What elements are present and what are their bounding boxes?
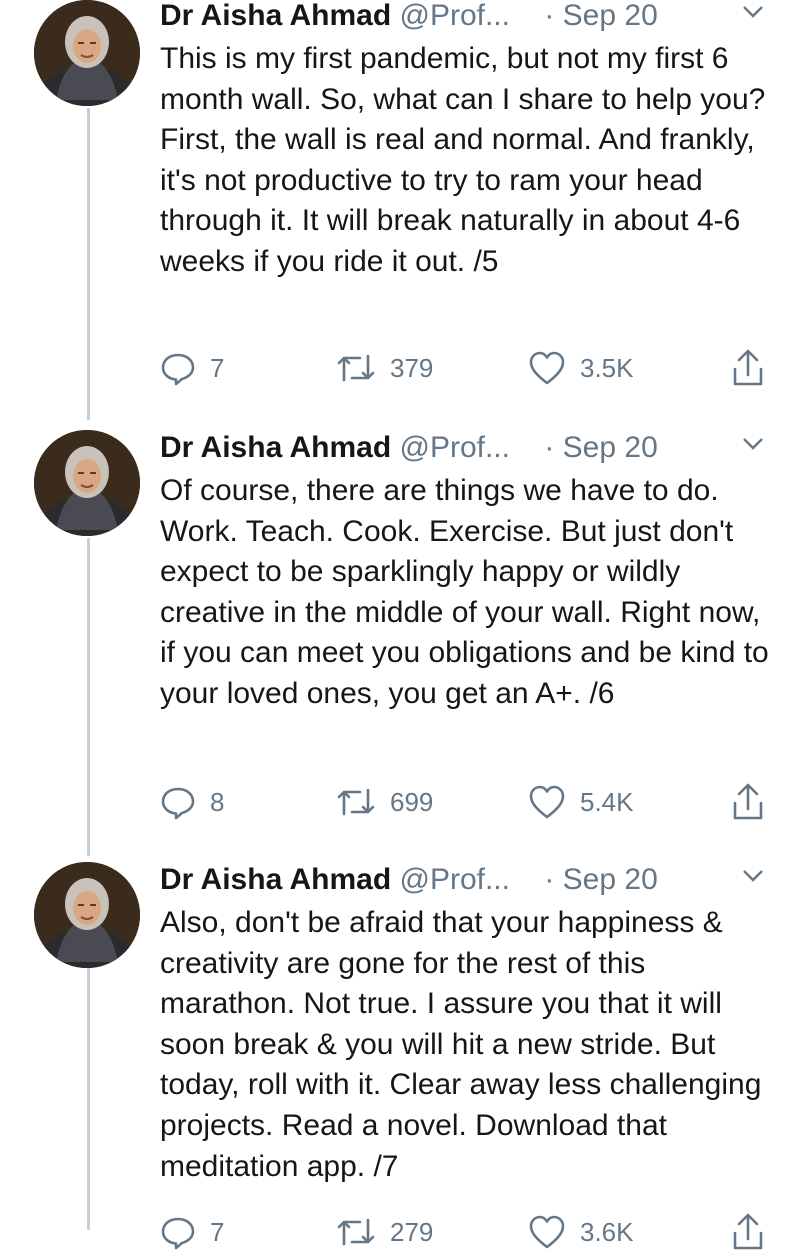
like-button[interactable]: 5.4K: [528, 780, 634, 824]
like-icon: [529, 785, 565, 819]
retweet-icon: [337, 1218, 375, 1246]
reply-count: 8: [210, 786, 225, 817]
like-count: 3.5K: [580, 352, 634, 383]
author-name[interactable]: Dr Aisha Ahmad: [160, 431, 391, 464]
separator-dot: ·: [544, 0, 555, 32]
reply-count: 7: [210, 1216, 225, 1247]
tweet-date[interactable]: Sep 20: [563, 863, 658, 896]
retweet-icon: [337, 788, 375, 816]
share-button[interactable]: [732, 346, 764, 390]
reply-button[interactable]: 8: [160, 780, 224, 824]
reply-icon: [161, 1217, 195, 1250]
share-icon: [733, 349, 763, 386]
share-button[interactable]: [732, 1210, 764, 1254]
tweet-header: Dr Aisha Ahmad @Prof... · Sep 20: [160, 862, 782, 906]
tweet[interactable]: Dr Aisha Ahmad @Prof... · Sep 20 Also, d…: [0, 862, 800, 1258]
tweet-actions: 7 279 3.6K: [160, 1210, 780, 1254]
retweet-button[interactable]: 379: [336, 346, 433, 390]
tweet[interactable]: Dr Aisha Ahmad @Prof... · Sep 20 This is…: [0, 0, 800, 420]
like-icon: [529, 351, 565, 385]
retweet-button[interactable]: 279: [336, 1210, 433, 1254]
retweet-count: 279: [390, 1216, 434, 1247]
share-button[interactable]: [732, 780, 764, 824]
like-count: 3.6K: [580, 1216, 634, 1247]
tweet-text: Also, don't be afraid that your happines…: [160, 906, 762, 1183]
like-button[interactable]: 3.5K: [528, 346, 634, 390]
retweet-button[interactable]: 699: [336, 780, 433, 824]
separator-dot: ·: [544, 863, 555, 896]
avatar[interactable]: [34, 430, 140, 536]
reply-button[interactable]: 7: [160, 346, 224, 390]
tweet-actions: 7 379 3.5K: [160, 346, 780, 390]
author-handle[interactable]: @Prof...: [400, 431, 510, 464]
avatar[interactable]: [34, 862, 140, 968]
tweet-date[interactable]: Sep 20: [563, 431, 658, 464]
retweet-icon: [337, 354, 375, 382]
reply-icon: [161, 787, 195, 820]
tweet[interactable]: Dr Aisha Ahmad @Prof... · Sep 20 Of cour…: [0, 430, 800, 850]
chevron-down-icon[interactable]: [742, 436, 764, 452]
share-icon: [733, 1213, 763, 1250]
separator-dot: ·: [544, 431, 555, 464]
chevron-down-icon[interactable]: [742, 4, 764, 20]
share-icon: [733, 783, 763, 820]
tweet-date[interactable]: Sep 20: [563, 0, 658, 32]
reply-icon: [161, 353, 195, 386]
tweet-header: Dr Aisha Ahmad @Prof... · Sep 20: [160, 0, 782, 42]
chevron-down-icon[interactable]: [742, 868, 764, 884]
tweet-header: Dr Aisha Ahmad @Prof... · Sep 20: [160, 430, 782, 474]
like-button[interactable]: 3.6K: [528, 1210, 634, 1254]
tweet-text: This is my first pandemic, but not my fi…: [160, 42, 766, 278]
author-name[interactable]: Dr Aisha Ahmad: [160, 863, 391, 896]
reply-count: 7: [210, 352, 225, 383]
tweet-text: Of course, there are things we have to d…: [160, 474, 769, 710]
tweet-actions: 8 699 5.4K: [160, 780, 780, 824]
author-handle[interactable]: @Prof...: [400, 0, 510, 32]
author-handle[interactable]: @Prof...: [400, 863, 510, 896]
retweet-count: 379: [390, 352, 434, 383]
author-name[interactable]: Dr Aisha Ahmad: [160, 0, 391, 32]
retweet-count: 699: [390, 786, 434, 817]
avatar[interactable]: [34, 0, 140, 106]
like-count: 5.4K: [580, 786, 634, 817]
like-icon: [529, 1215, 565, 1249]
reply-button[interactable]: 7: [160, 1210, 224, 1254]
